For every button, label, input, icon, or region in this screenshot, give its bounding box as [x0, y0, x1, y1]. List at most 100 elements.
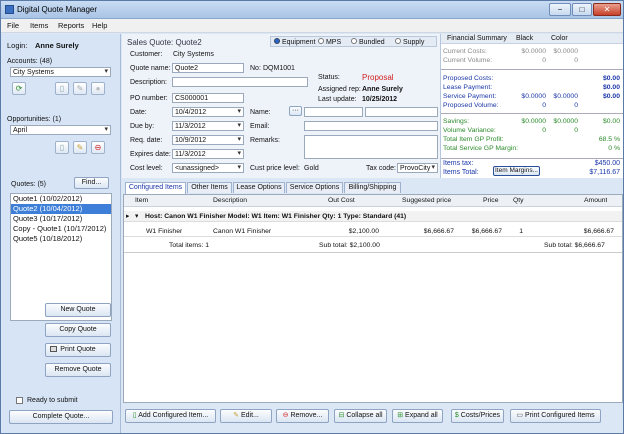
subtotal-cost: Sub total: $2,100.00: [319, 242, 380, 249]
list-item[interactable]: Quote2 (10/04/2012): [11, 204, 111, 214]
menu-help[interactable]: Help: [92, 21, 107, 30]
summary-label: Total Service GP Margin:: [443, 145, 519, 152]
col-item[interactable]: Item: [135, 197, 148, 204]
items-total-label: Items Total:: [443, 169, 479, 176]
status-value: Proposal: [362, 73, 394, 82]
tab-other-items[interactable]: Other Items: [187, 182, 232, 193]
cell-amount: $6,666.67: [583, 228, 614, 235]
date-picker[interactable]: 10/4/2012: [172, 107, 244, 117]
delete-opportunity-icon[interactable]: ⊖: [91, 141, 105, 154]
tax-label: Tax code:: [366, 165, 396, 172]
costs-prices-button[interactable]: $ Costs/Prices: [451, 409, 504, 423]
tab-lease-options[interactable]: Lease Options: [233, 182, 285, 193]
collapse-icon[interactable]: ▾: [135, 212, 138, 220]
close-button[interactable]: ✕: [593, 3, 621, 16]
radio-supply[interactable]: Supply: [395, 38, 424, 46]
req-picker[interactable]: 10/9/2012: [172, 135, 244, 145]
summary-row: Current Volume: 0 0: [443, 57, 621, 66]
refresh-icon[interactable]: ⟳: [12, 82, 26, 95]
list-item[interactable]: Quote1 (10/02/2012): [11, 194, 111, 204]
radio-mps[interactable]: MPS: [318, 38, 341, 46]
item-margins-button[interactable]: Item Margins...: [493, 166, 540, 176]
radio-equipment[interactable]: Equipment: [274, 38, 315, 46]
summary-row: Lease Payment: $0.00: [443, 84, 621, 93]
expand-all-button[interactable]: ⊞ Expand all: [392, 409, 443, 423]
financial-summary: Financial Summary Black Color Current Co…: [440, 34, 623, 178]
tab-service-options[interactable]: Service Options: [286, 182, 343, 193]
items-tax-label: Items tax:: [443, 160, 474, 167]
copy-quote-button[interactable]: Copy Quote: [45, 323, 111, 337]
summary-divider: [441, 158, 623, 159]
edit-opportunity-icon[interactable]: ✎: [73, 141, 87, 154]
expires-picker[interactable]: 11/3/2012: [172, 149, 244, 159]
new-document-icon[interactable]: ▯: [55, 82, 69, 95]
new-quote-button[interactable]: New Quote: [45, 303, 111, 317]
left-panel: Login: Anne Surely Accounts: (48) City S…: [1, 34, 121, 433]
tab-configured-items[interactable]: Configured Items: [125, 182, 186, 194]
tax-select[interactable]: ProvoCity: [397, 163, 438, 173]
table-row[interactable]: W1 Finisher Canon W1 Finisher $2,100.00 …: [124, 225, 622, 237]
summary-total: $0.00: [602, 118, 620, 125]
mode-radio-group: Equipment MPS Bundled Supply: [270, 36, 437, 47]
remarks-input[interactable]: [304, 135, 438, 159]
complete-quote-button[interactable]: Complete Quote...: [9, 410, 113, 424]
summary-color: 0: [574, 102, 578, 109]
print-quote-button[interactable]: Print Quote: [45, 343, 111, 357]
ready-label: Ready to submit: [27, 397, 78, 404]
radio-bundled[interactable]: Bundled: [351, 38, 385, 46]
description-input[interactable]: [172, 77, 308, 87]
new-opportunity-icon[interactable]: ▯: [55, 141, 69, 154]
col-suggested[interactable]: Suggested price: [402, 197, 451, 204]
collapse-all-button[interactable]: ⊟ Collapse all: [334, 409, 387, 423]
account-select[interactable]: City Systems: [10, 67, 111, 77]
menu-reports[interactable]: Reports: [58, 21, 84, 30]
col-description[interactable]: Description: [213, 197, 247, 204]
summary-total: 68.5 %: [598, 136, 620, 143]
tab-billing-shipping[interactable]: Billing/Shipping: [344, 182, 401, 193]
list-item[interactable]: Quote5 (10/18/2012): [11, 234, 111, 244]
opportunities-label: Opportunities: (1): [7, 116, 62, 123]
cost-level-select[interactable]: <unassigned>: [172, 163, 244, 173]
delete-icon[interactable]: ●: [91, 82, 105, 95]
remove-button[interactable]: ⊖ Remove...: [276, 409, 329, 423]
col-qty[interactable]: Qty: [513, 197, 524, 204]
name-label: Name:: [250, 109, 271, 116]
edit-button[interactable]: ✎ Edit...: [220, 409, 272, 423]
group-row[interactable]: ▸ ▾ Host: Canon W1 Finisher Model: W1 It…: [124, 211, 622, 222]
print-configured-items-button[interactable]: ▭ Print Configured Items: [510, 409, 601, 423]
edit-icon[interactable]: ✎: [73, 82, 87, 95]
maximize-button[interactable]: □: [572, 3, 592, 16]
col-out-cost[interactable]: Out Cost: [328, 197, 355, 204]
col-price[interactable]: Price: [483, 197, 499, 204]
name-input[interactable]: [304, 107, 363, 117]
contact-lookup-button[interactable]: ···: [289, 106, 302, 116]
remove-quote-button[interactable]: Remove Quote: [45, 363, 111, 377]
number-value: DQM1001: [263, 65, 295, 72]
quote-name-input[interactable]: Quote2: [172, 63, 244, 73]
add-label: Add Configured Item...: [138, 412, 209, 419]
accounts-label: Accounts: (48): [7, 58, 53, 65]
minimize-button[interactable]: −: [549, 3, 571, 16]
cell-qty: 1: [519, 228, 523, 235]
menu-items[interactable]: Items: [30, 21, 48, 30]
expand-icon: ⊞: [397, 412, 406, 419]
email-input[interactable]: [304, 121, 438, 131]
totals-row: Total items: 1 Sub total: $2,100.00 Sub …: [124, 239, 622, 253]
menu-file[interactable]: File: [7, 21, 19, 30]
menu-bar: File Items Reports Help: [1, 19, 623, 33]
name-input-2[interactable]: [365, 107, 438, 117]
summary-black: 0: [542, 102, 546, 109]
summary-black: $0.0000: [521, 93, 546, 100]
due-picker[interactable]: 11/3/2012: [172, 121, 244, 131]
find-button[interactable]: Find...: [74, 177, 109, 189]
cell-description: Canon W1 Finisher: [213, 228, 272, 235]
po-input[interactable]: CS000001: [172, 93, 244, 103]
ready-checkbox[interactable]: [16, 397, 23, 404]
list-item[interactable]: Quote3 (10/17/2012): [11, 214, 111, 224]
opportunity-select[interactable]: April: [10, 125, 111, 135]
list-item[interactable]: Copy - Quote1 (10/17/2012): [11, 224, 111, 234]
last-update-value: 10/25/2012: [362, 96, 398, 103]
add-configured-item-button[interactable]: ▯ Add Configured Item...: [125, 409, 216, 423]
group-label: Host: Canon W1 Finisher Model: W1 Item: …: [145, 213, 407, 220]
col-amount[interactable]: Amount: [584, 197, 607, 204]
